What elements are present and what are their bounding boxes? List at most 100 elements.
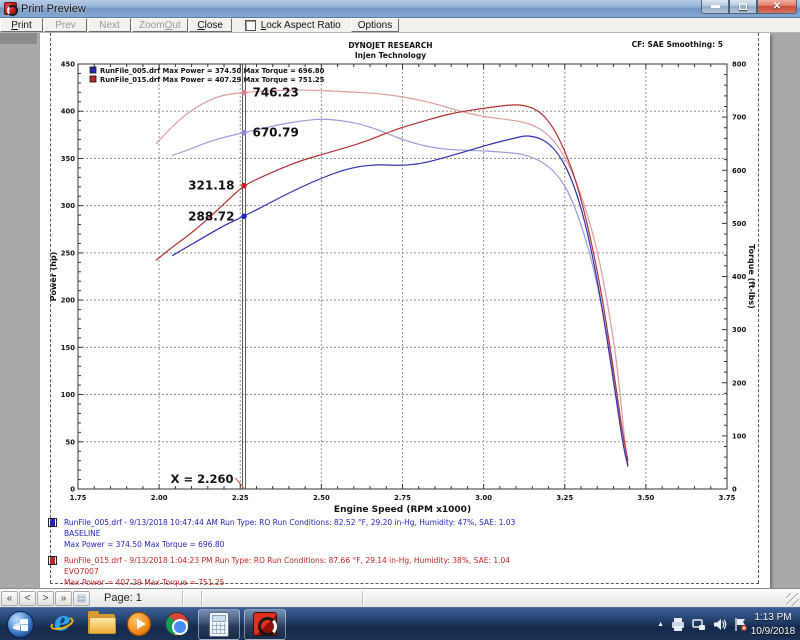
- run-info-line: RunFile_005.drf - 9/13/2018 10:47:44 AM …: [64, 518, 516, 527]
- svg-text:3.50: 3.50: [637, 494, 654, 502]
- svg-text:300: 300: [61, 202, 75, 210]
- close-preview-button[interactable]: Close: [188, 18, 232, 32]
- chart-subtitle: Injen Technology: [355, 51, 426, 60]
- minimize-button[interactable]: [701, 0, 729, 14]
- next-page-button[interactable]: Next: [88, 18, 131, 32]
- cursor-marker-value: 321.18: [188, 179, 234, 193]
- svg-text:500: 500: [732, 220, 746, 228]
- svg-text:200: 200: [732, 379, 746, 387]
- dynojet-app-icon: [4, 2, 18, 16]
- maximize-button[interactable]: [729, 0, 757, 14]
- svg-text:0: 0: [732, 486, 737, 494]
- legend-swatch: [89, 66, 97, 74]
- file-explorer-icon[interactable]: [82, 608, 120, 640]
- report-page: DYNOJET RESEARCH Injen Technology CF: SAE …: [40, 33, 770, 588]
- page-indicator: Page: 1: [104, 592, 142, 604]
- next-page-nav-button[interactable]: >: [37, 590, 54, 606]
- page-setup-button[interactable]: ▤: [73, 590, 90, 606]
- svg-text:450: 450: [61, 61, 75, 69]
- svg-text:150: 150: [61, 344, 75, 352]
- clock-date: 10/9/2018: [750, 626, 796, 637]
- run-detail-baseline: RunFile_005.drf - 9/13/2018 10:47:44 AM …: [48, 517, 748, 550]
- svg-text:400: 400: [732, 273, 746, 281]
- last-page-button[interactable]: »: [55, 590, 72, 606]
- x-axis-label: Engine Speed (RPM x1000): [334, 505, 471, 515]
- desktop: Print Preview ✕ Print Prev Next Zoom Out…: [0, 0, 800, 640]
- run-swatch-blue: [48, 518, 57, 527]
- statusbar: « < > » ▤ Page: 1: [0, 588, 800, 607]
- clock-time: 1:13 PM: [754, 612, 792, 623]
- run-swatch-red: [48, 556, 57, 565]
- hidden-icons-expander[interactable]: ▲: [657, 621, 664, 628]
- svg-text:100: 100: [61, 391, 75, 399]
- internet-explorer-icon[interactable]: e: [44, 607, 82, 640]
- curve-runfile_015-torque: [155, 89, 629, 466]
- run-info-line: RunFile_015.drf - 9/13/2018 1:04:23 PM R…: [64, 556, 511, 565]
- cursor-marker-value: 746.23: [252, 86, 298, 100]
- zoom-out-button[interactable]: Zoom Out: [132, 18, 188, 32]
- action-center-flag-icon[interactable]: [734, 618, 748, 631]
- svg-text:100: 100: [732, 432, 746, 440]
- preview-corner: [0, 33, 37, 44]
- svg-text:1.75: 1.75: [70, 494, 87, 502]
- svg-text:2.00: 2.00: [151, 494, 168, 502]
- printer-icon[interactable]: [671, 618, 685, 631]
- svg-text:300: 300: [732, 326, 746, 334]
- preview-area: DYNOJET RESEARCH Injen Technology CF: SAE …: [0, 33, 800, 588]
- cursor-marker-value: 670.79: [252, 126, 298, 140]
- print-button[interactable]: Print: [0, 18, 43, 32]
- svg-text:350: 350: [61, 155, 75, 163]
- chart-title: DYNOJET RESEARCH: [348, 41, 432, 50]
- volume-icon[interactable]: [713, 618, 727, 631]
- lock-aspect-ratio-checkbox[interactable]: [244, 19, 256, 31]
- svg-text:50: 50: [66, 438, 76, 446]
- svg-text:700: 700: [732, 114, 746, 122]
- taskbar-clock[interactable]: 1:13 PM 10/9/2018: [748, 608, 798, 640]
- resize-grip[interactable]: [786, 593, 799, 606]
- svg-text:200: 200: [61, 297, 75, 305]
- cursor-marker: [241, 182, 247, 189]
- chrome-icon[interactable]: [158, 608, 196, 640]
- start-button[interactable]: [7, 610, 34, 638]
- media-player-icon[interactable]: [120, 608, 158, 640]
- prev-page-button[interactable]: Prev: [44, 18, 87, 32]
- cursor-marker: [241, 213, 247, 220]
- taskbar: e ▲ 1:13 PM 10/9/2018: [0, 607, 800, 640]
- svg-text:3.75: 3.75: [719, 494, 736, 502]
- close-window-button[interactable]: ✕: [757, 0, 797, 14]
- statusbar-separator: [200, 590, 202, 606]
- cursor-x-label: X = 2.260: [171, 472, 234, 486]
- svg-text:2.50: 2.50: [313, 494, 330, 502]
- svg-text:2.75: 2.75: [394, 494, 411, 502]
- calculator-icon[interactable]: [198, 608, 240, 640]
- run-detail-evo7007: RunFile_015.drf - 9/13/2018 1:04:23 PM R…: [48, 555, 748, 588]
- print-preview-toolbar: Print Prev Next Zoom Out Close Lock Aspe…: [0, 18, 800, 33]
- first-page-button[interactable]: «: [1, 590, 18, 606]
- run-max-line: Max Power = 407.29 Max Torque = 751.25: [64, 578, 225, 587]
- titlebar: Print Preview ✕: [0, 0, 800, 18]
- svg-text:800: 800: [732, 61, 746, 69]
- options-button[interactable]: Options: [350, 18, 400, 32]
- legend-entry: RunFile_015.drf Max Power = 407.29 Max T…: [100, 76, 325, 84]
- statusbar-separator: [181, 590, 183, 606]
- lock-aspect-ratio-label: Lock Aspect Ratio: [260, 19, 341, 31]
- cursor-marker-value: 288.72: [188, 209, 234, 223]
- svg-text:250: 250: [61, 249, 75, 257]
- run-name-line: EVO7007: [64, 567, 99, 576]
- svg-text:3.00: 3.00: [475, 494, 492, 502]
- system-tray: ▲: [657, 608, 748, 640]
- svg-text:600: 600: [732, 167, 746, 175]
- network-icon[interactable]: [692, 618, 706, 631]
- run-details: RunFile_005.drf - 9/13/2018 10:47:44 AM …: [48, 517, 748, 593]
- svg-text:400: 400: [61, 108, 75, 116]
- legend-swatch: [89, 75, 97, 83]
- cursor-marker: [241, 89, 247, 96]
- run-max-line: Max Power = 374.50 Max Torque = 696.80: [64, 540, 225, 549]
- dynojet-app-taskbar-icon[interactable]: [244, 608, 286, 640]
- statusbar-separator: [361, 590, 363, 606]
- svg-text:0: 0: [70, 486, 75, 494]
- cursor-marker: [241, 129, 247, 136]
- page-margin-right: [758, 33, 759, 583]
- window-title: Print Preview: [21, 2, 86, 15]
- prev-page-nav-button[interactable]: <: [19, 590, 36, 606]
